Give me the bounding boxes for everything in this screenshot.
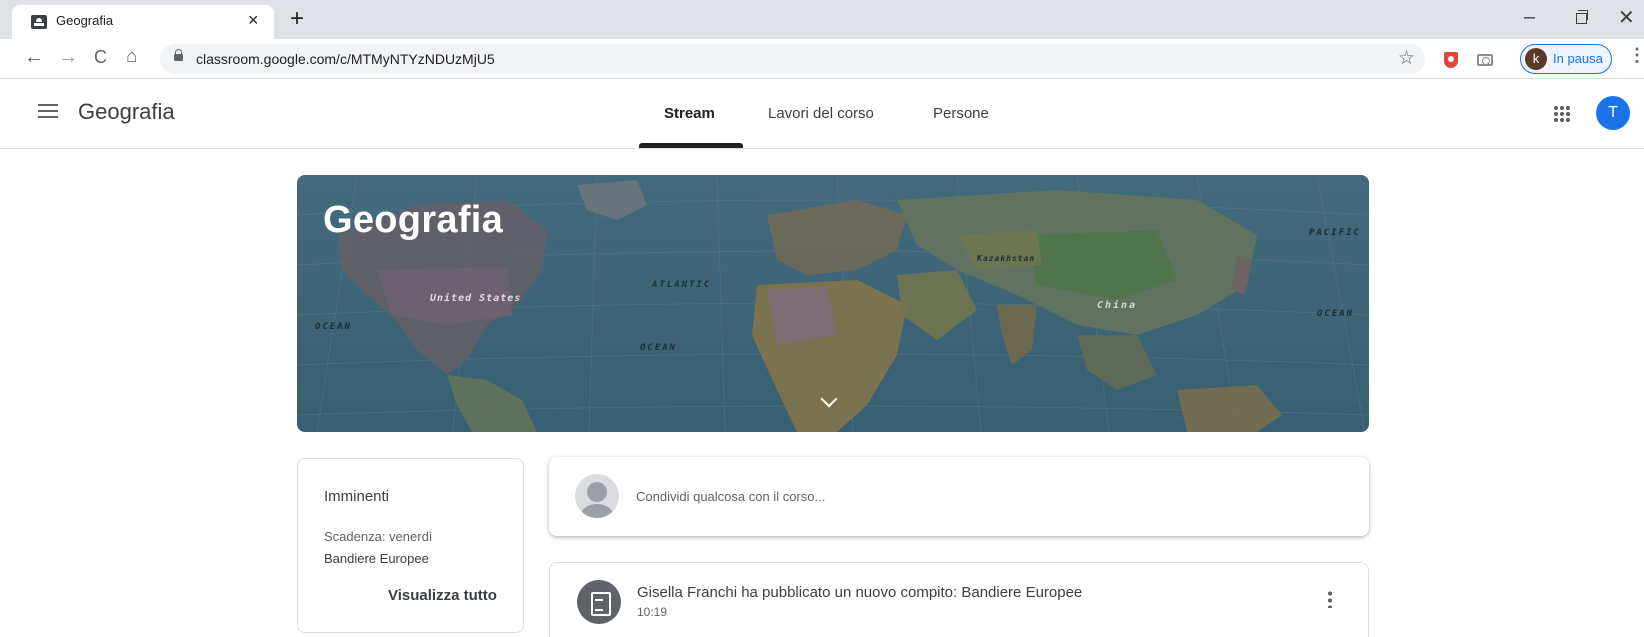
camera-extension-icon[interactable] [1477,54,1493,66]
tab-stream[interactable]: Stream [664,105,715,122]
map-label-ocean-atlantic: OCEAN [640,343,678,353]
share-placeholder[interactable]: Condividi qualcosa con il corso... [636,489,825,504]
map-label-ocean-pacific: OCEAN [1317,309,1355,319]
reload-icon[interactable]: C [94,45,107,69]
post-title[interactable]: Gisella Franchi ha pubblicato un nuovo c… [637,584,1082,601]
browser-tab[interactable]: Geografia × [12,5,274,39]
tab-classwork[interactable]: Lavori del corso [768,105,874,122]
browser-toolbar: ← → C ⌂ classroom.google.com/c/MTMyNTYzN… [0,39,1644,79]
classroom-favicon-icon [31,15,47,29]
share-with-class-box[interactable]: Condividi qualcosa con il corso... [549,457,1369,536]
map-label-united-states: United States [430,293,522,304]
class-banner: ATLANTIC OCEAN OCEAN PACIFIC OCEAN Unite… [297,175,1369,432]
browser-tabstrip: Geografia × + – ✕ [0,0,1644,39]
window-close-button[interactable]: ✕ [1618,5,1635,30]
window-restore-button[interactable] [1576,10,1588,24]
classroom-header: Geografia Stream Lavori del corso Person… [0,79,1644,149]
tab-title: Geografia [56,13,114,28]
browser-menu-icon[interactable]: ⋮ [1628,45,1644,66]
address-bar[interactable]: classroom.google.com/c/MTMyNTYzNDUzMjU5 … [160,44,1425,74]
hamburger-icon[interactable] [38,104,58,118]
tab-close-button[interactable]: × [248,10,259,30]
upcoming-title: Imminenti [324,488,390,505]
shield-extension-icon[interactable] [1444,52,1458,68]
map-label-kazakhstan: Kazakhstan [977,254,1036,263]
tab-people[interactable]: Persone [933,105,989,122]
active-tab-indicator [639,143,743,148]
map-label-ocean-west: OCEAN [315,322,353,332]
back-arrow-icon[interactable]: ← [24,45,44,69]
stream-post[interactable]: Gisella Franchi ha pubblicato un nuovo c… [549,562,1369,637]
upcoming-due-date: Scadenza: venerdì [324,529,433,544]
window-minimize-button[interactable]: – [1524,6,1535,29]
default-avatar-icon [575,474,619,518]
profile-status-label: In pausa [1553,51,1603,66]
new-tab-button[interactable]: + [290,6,304,32]
forward-arrow-icon[interactable]: → [58,45,78,69]
class-title[interactable]: Geografia [78,99,175,125]
apps-grid-icon[interactable] [1553,105,1570,122]
map-label-pacific: PACIFIC [1309,228,1361,238]
lock-icon[interactable] [174,49,183,61]
home-icon[interactable]: ⌂ [126,45,137,69]
star-icon[interactable]: ☆ [1398,47,1415,70]
assignment-icon [577,580,621,624]
profile-button[interactable]: k In pausa [1520,44,1612,74]
view-all-button[interactable]: Visualizza tutto [388,587,497,604]
post-time: 10:19 [637,605,668,619]
upcoming-assignment-link[interactable]: Bandiere Europee [324,551,429,566]
more-vert-icon[interactable] [1328,590,1332,608]
map-label-china: China [1097,300,1138,311]
profile-avatar: k [1525,48,1547,70]
url-text[interactable]: classroom.google.com/c/MTMyNTYzNDUzMjU5 [196,51,495,67]
map-label-atlantic: ATLANTIC [652,280,712,290]
banner-class-title: Geografia [323,199,504,241]
upcoming-card: Imminenti Scadenza: venerdì Bandiere Eur… [297,458,524,633]
user-avatar[interactable]: T [1596,96,1630,130]
